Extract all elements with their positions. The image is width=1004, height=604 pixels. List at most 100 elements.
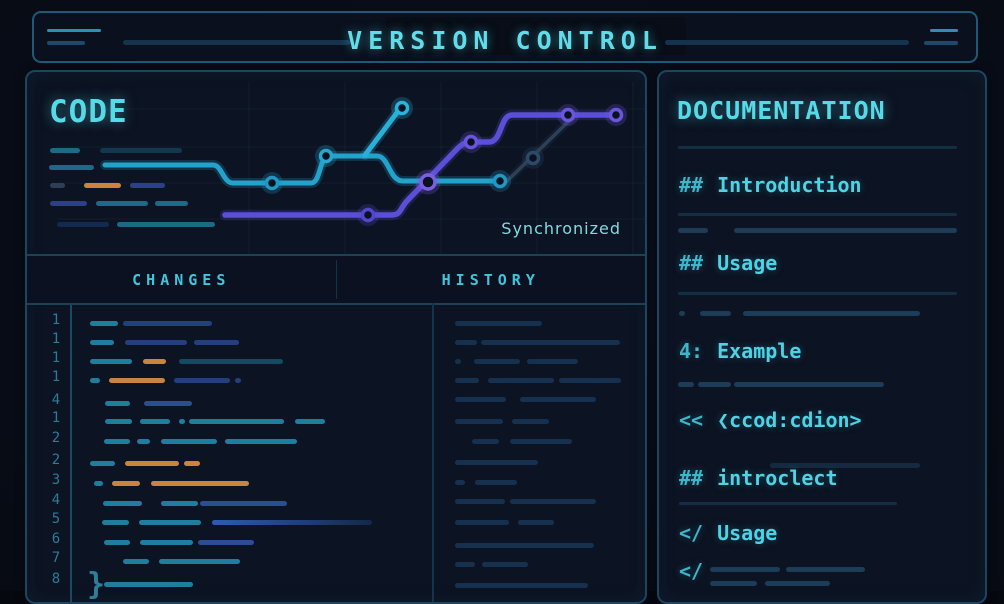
code-line-bar [455, 499, 505, 504]
doc-heading-text: Usage [717, 521, 777, 545]
header-divider-right [665, 40, 909, 45]
code-line-bar [179, 359, 283, 364]
doc-heading-prefix: ## [679, 466, 703, 490]
code-line-bar [137, 439, 150, 444]
code-line-bar [194, 340, 239, 345]
code-line-bar [559, 378, 621, 383]
code-line-bar [225, 439, 297, 444]
code-line-bar [90, 461, 115, 466]
code-line-bar [84, 183, 121, 188]
code-line-bar [472, 439, 499, 444]
code-line-bar [474, 359, 520, 364]
doc-heading-text: Example [717, 339, 801, 363]
code-line-bar [455, 359, 461, 364]
doc-text-bar [765, 581, 830, 586]
code-line-bar [140, 419, 170, 424]
doc-heading-prefix: </ [679, 521, 703, 545]
gutter-divider [70, 305, 72, 602]
line-number: 2 [47, 452, 65, 468]
code-line-bar [144, 401, 192, 406]
documentation-title: DOCUMENTATION [677, 96, 886, 125]
code-line-bar [455, 321, 542, 326]
sync-status: Synchronized [501, 219, 621, 238]
code-line-bar [481, 340, 620, 345]
code-line-bar [455, 583, 588, 588]
line-number: 1 [47, 369, 65, 385]
doc-heading[interactable]: 4: Example [679, 339, 801, 363]
doc-text-bar [734, 382, 884, 387]
doc-heading[interactable]: <<❮ccod:cdion> [679, 408, 862, 432]
doc-heading[interactable]: ##introclect [679, 466, 838, 490]
code-line-bar [90, 321, 118, 326]
code-line-bar [100, 148, 182, 153]
doc-heading-text: Introduction [717, 173, 862, 197]
code-line-bar [104, 439, 130, 444]
tab-changes[interactable]: CHANGES [27, 256, 336, 303]
doc-rule [678, 292, 957, 295]
code-line-bar [57, 222, 109, 227]
line-number: 5 [47, 511, 65, 527]
doc-text-bar [700, 311, 731, 316]
line-number: 1 [47, 410, 65, 426]
doc-text-bar [710, 581, 757, 586]
doc-heading[interactable]: ## Introduction [679, 173, 862, 197]
code-line-bar [123, 321, 212, 326]
line-number: 3 [47, 472, 65, 488]
doc-heading-text: Usage [717, 251, 777, 275]
code-line-bar [143, 359, 166, 364]
code-line-bar [455, 397, 506, 402]
doc-heading-text: ❮ccod:cdion> [717, 408, 862, 432]
doc-heading-prefix: 4: [679, 339, 703, 363]
doc-text-bar [678, 228, 708, 233]
code-line-bar [140, 540, 193, 545]
code-line-bar [455, 520, 509, 525]
code-line-bar [455, 543, 594, 548]
line-number: 8 [47, 571, 65, 587]
doc-text-bar [786, 567, 865, 572]
doc-heading[interactable]: ## Usage [679, 251, 777, 275]
line-number: 1 [47, 312, 65, 328]
code-line-bar [50, 201, 87, 206]
doc-text-bar [679, 311, 685, 316]
code-line-bar [105, 401, 130, 406]
documentation-panel: DOCUMENTATION ## Introduction ## Usage 4: Exa… [657, 70, 987, 604]
doc-heading-prefix: ## [679, 251, 703, 275]
code-line-bar [50, 183, 65, 188]
code-line-bar [90, 378, 100, 383]
code-line-bar [198, 540, 254, 545]
code-line-bar [123, 559, 149, 564]
code-line-bar [139, 520, 201, 525]
code-line-bar [200, 501, 287, 506]
doc-heading[interactable]: </ Usage [679, 521, 777, 545]
code-line-bar [510, 439, 572, 444]
code-line-bar [455, 562, 475, 567]
line-number: 1 [47, 350, 65, 366]
code-line-bar [94, 481, 103, 486]
code-line-bar [109, 378, 165, 383]
header-bar: VERSION CONTROL [32, 11, 978, 63]
code-line-bar [96, 201, 148, 206]
line-number: 2 [47, 430, 65, 446]
code-line-bar [90, 340, 114, 345]
code-line-bar [235, 378, 241, 383]
code-line-bar [455, 480, 465, 485]
doc-heading-prefix: ## [679, 173, 703, 197]
code-line-bar [161, 439, 217, 444]
code-line-bar [512, 419, 549, 424]
code-line-bar [117, 222, 215, 227]
tab-history[interactable]: HISTORY [337, 256, 646, 303]
doc-rule [678, 213, 957, 216]
line-number: 1 [47, 331, 65, 347]
code-line-bar [125, 461, 179, 466]
app-background: VERSION CONTROL CODE Synchronized CHANGE… [0, 0, 1004, 591]
code-line-bar [510, 499, 596, 504]
line-number: 4 [47, 492, 65, 508]
code-line-bar [49, 165, 94, 170]
code-line-bar [103, 501, 142, 506]
code-line-bar [151, 481, 249, 486]
code-line-bar [475, 480, 517, 485]
doc-rule [679, 502, 897, 505]
doc-text-bar [678, 382, 694, 387]
code-line-bar [455, 340, 477, 345]
code-line-bar [125, 340, 187, 345]
